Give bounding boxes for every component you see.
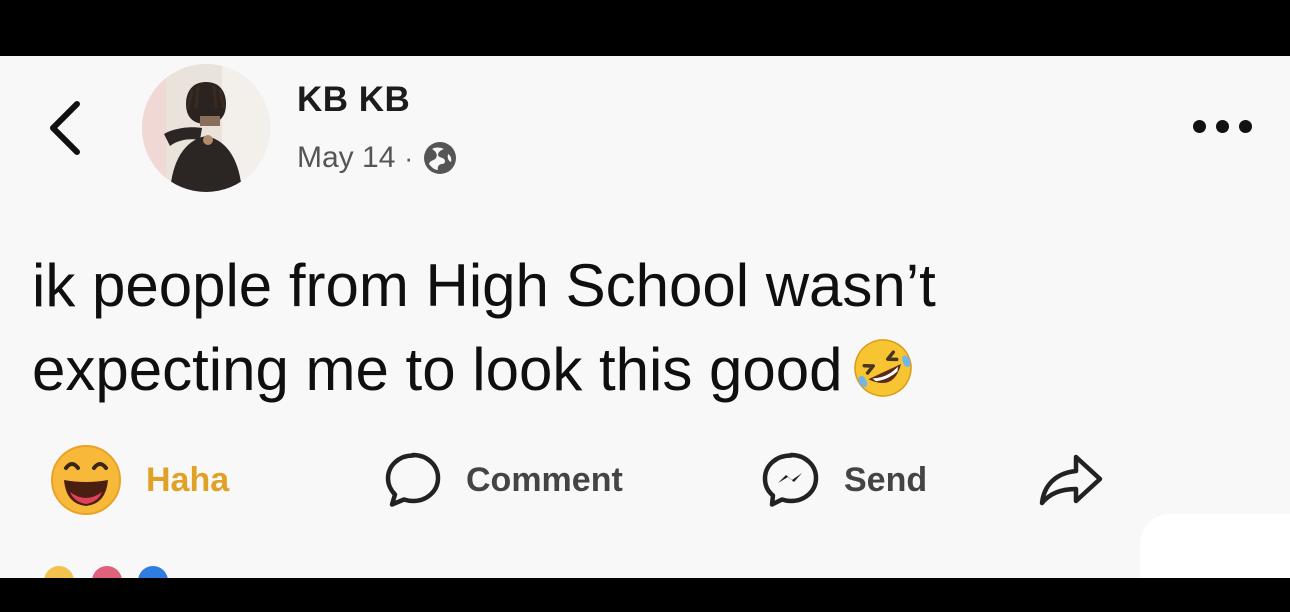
post-text-line: expecting me to look this good: [32, 336, 843, 403]
post-body: ik people from High School wasn’t expect…: [32, 244, 1212, 422]
comment-icon: [385, 452, 441, 507]
haha-emoji-icon: [51, 445, 121, 515]
overlay-corner: [1140, 514, 1290, 578]
meta-separator: ·: [404, 142, 414, 173]
dot-icon: [1216, 119, 1229, 133]
comment-button[interactable]: Comment: [384, 444, 623, 516]
avatar[interactable]: [142, 64, 270, 192]
reaction-summary-icon: [92, 566, 122, 578]
reaction-summary-icon: [44, 566, 74, 578]
send-label: Send: [844, 460, 928, 499]
send-button[interactable]: Send: [762, 444, 927, 516]
author-name[interactable]: KB KB: [297, 80, 410, 120]
post-actions: Haha Comment Send: [0, 436, 1290, 526]
post-text-line: ik people from High School wasn’t: [32, 252, 936, 319]
comment-label: Comment: [466, 460, 623, 499]
dot-icon: [1193, 119, 1206, 133]
post-text-line-2: expecting me to look this good: [32, 328, 1212, 422]
haha-label: Haha: [146, 460, 230, 499]
more-options-button[interactable]: [1193, 114, 1252, 138]
chevron-left-icon: [50, 101, 80, 155]
rolling-on-floor-laughing-emoji-icon: [851, 336, 915, 422]
post-date[interactable]: May 14: [297, 141, 395, 175]
dot-icon: [1239, 119, 1252, 133]
share-button[interactable]: [1036, 444, 1106, 516]
globe-icon: [424, 142, 457, 174]
post-meta: May 14 ·: [297, 138, 458, 178]
post-card: KB KB May 14 · ik people from High Schoo…: [0, 56, 1290, 578]
top-black-bar: [0, 0, 1290, 56]
bottom-black-bar: [0, 578, 1290, 612]
back-button[interactable]: [40, 98, 90, 158]
messenger-icon: [762, 452, 819, 507]
share-arrow-icon: [1039, 454, 1103, 506]
haha-reaction-button[interactable]: Haha: [50, 444, 229, 516]
reaction-summary-icon: [138, 566, 168, 578]
